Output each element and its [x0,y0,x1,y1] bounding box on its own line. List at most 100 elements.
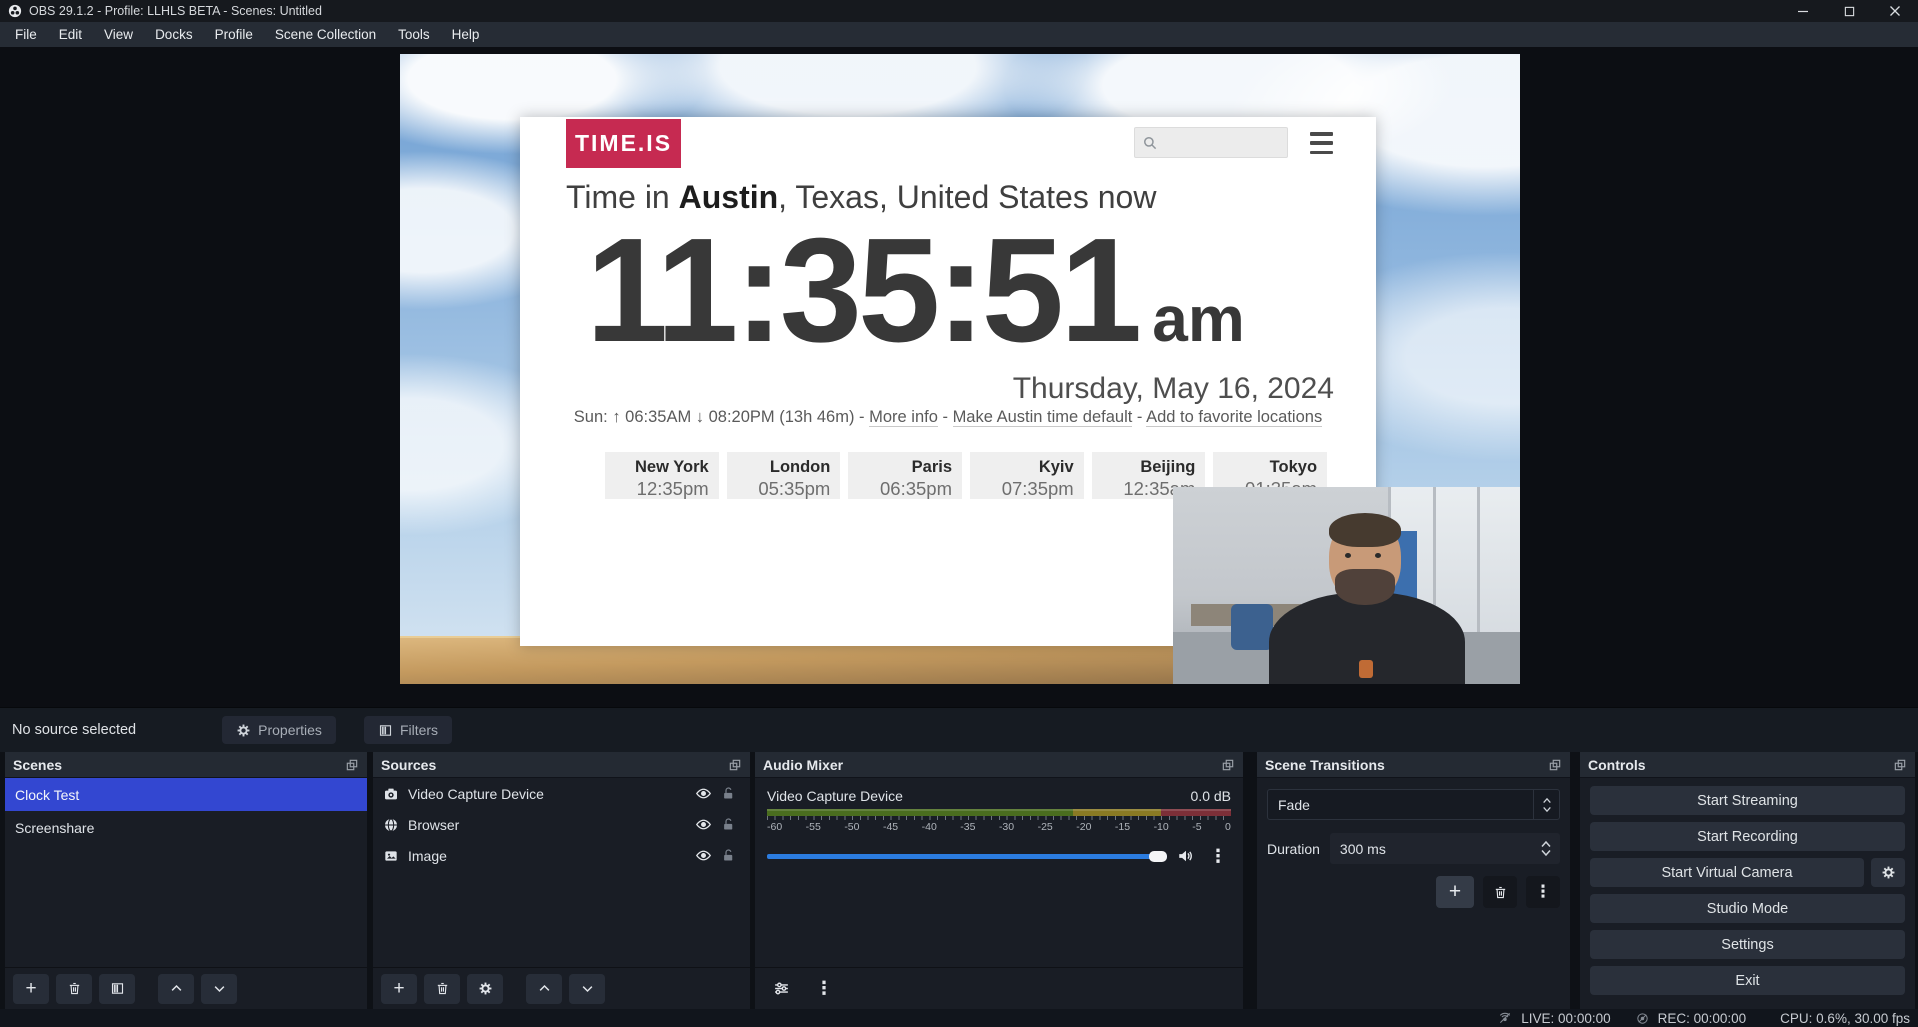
studio-mode-button[interactable]: Studio Mode [1590,894,1905,923]
speaker-icon[interactable] [1177,847,1195,865]
source-item-browser[interactable]: Browser [373,809,750,840]
spin-up-icon[interactable] [1540,840,1552,848]
search-icon [1141,134,1159,152]
visibility-eye-icon[interactable] [695,816,712,833]
scene-transitions-header[interactable]: Scene Transitions [1257,752,1570,778]
timeis-sun-line: Sun: ↑ 06:35AM ↓ 08:20PM (13h 46m) - Mor… [520,408,1376,427]
filters-icon [378,723,393,738]
close-button[interactable] [1872,0,1918,22]
camera-icon [383,786,399,802]
menu-bar: File Edit View Docks Profile Scene Colle… [0,22,1918,47]
menu-tools[interactable]: Tools [387,22,441,47]
lock-icon[interactable] [721,817,736,832]
city-box: London05:35pm [727,452,841,499]
scenes-panel-header[interactable]: Scenes [5,752,367,778]
duration-label: Duration [1267,841,1320,857]
menu-file[interactable]: File [4,22,48,47]
cpu-fps-stats: CPU: 0.6%, 30.00 fps [1780,1011,1910,1026]
webcam-video-source[interactable] [1173,487,1520,684]
timeis-search-box [1134,127,1288,158]
live-time: LIVE: 00:00:00 [1521,1011,1610,1026]
virtual-camera-settings-button[interactable] [1871,858,1905,887]
spin-down-icon[interactable] [1540,849,1552,857]
scene-transitions-panel: Scene Transitions Fade Duration 300 ms [1257,752,1570,1009]
city-box: Paris06:35pm [848,452,962,499]
combo-arrows-icon [1533,790,1559,819]
move-scene-down-button[interactable] [201,974,237,1004]
meter-ticks [767,816,1231,820]
properties-button[interactable]: Properties [222,716,336,744]
remove-scene-button[interactable] [56,974,92,1004]
gear-icon [236,723,251,738]
add-scene-button[interactable]: + [13,974,49,1004]
visibility-eye-icon[interactable] [695,785,712,802]
audio-mixer-header[interactable]: Audio Mixer [755,752,1243,778]
favorite-link: Add to favorite locations [1146,408,1322,427]
move-scene-up-button[interactable] [158,974,194,1004]
rec-time: REC: 00:00:00 [1658,1011,1747,1026]
exit-button[interactable]: Exit [1590,966,1905,995]
controls-panel: Controls Start Streaming Start Recording… [1580,752,1915,1009]
dock-area: Scenes Clock Test Screenshare + [0,752,1918,1009]
transition-properties-button[interactable]: ⋮ [1526,876,1560,908]
transition-select[interactable]: Fade [1267,789,1560,820]
scene-item-clock-test[interactable]: Clock Test [5,778,367,811]
menu-profile[interactable]: Profile [204,22,264,47]
mixer-toolbar: ⋮ [755,967,1243,1009]
start-streaming-button[interactable]: Start Streaming [1590,786,1905,815]
move-source-up-button[interactable] [526,974,562,1004]
popout-icon[interactable] [345,758,359,772]
scene-item-screenshare[interactable]: Screenshare [5,811,367,844]
program-canvas[interactable]: TIME.IS Time in Austin, Texas, United St… [400,54,1520,684]
sources-toolbar: + [373,967,750,1009]
settings-button[interactable]: Settings [1590,930,1905,959]
mixer-channel-name: Video Capture Device [767,788,903,804]
sources-panel-header[interactable]: Sources [373,752,750,778]
start-virtual-camera-button[interactable]: Start Virtual Camera [1590,858,1864,887]
source-properties-button[interactable] [467,974,503,1004]
popout-icon[interactable] [1548,758,1562,772]
filters-button[interactable]: Filters [364,716,452,744]
add-transition-button[interactable]: + [1436,876,1474,908]
remove-source-button[interactable] [424,974,460,1004]
controls-header[interactable]: Controls [1580,752,1915,778]
window-title: OBS 29.1.2 - Profile: LLHLS BETA - Scene… [29,4,322,18]
start-recording-button[interactable]: Start Recording [1590,822,1905,851]
minimize-button[interactable] [1780,0,1826,22]
globe-icon [383,817,399,833]
more-info-link: More info [869,408,938,427]
add-source-button[interactable]: + [381,974,417,1004]
lock-icon[interactable] [721,848,736,863]
menu-edit[interactable]: Edit [48,22,93,47]
mixer-level-db: 0.0 dB [1191,788,1231,804]
volume-slider[interactable] [767,854,1167,859]
mixer-channel-menu-button[interactable]: ⋮ [1205,842,1231,870]
scene-filters-button[interactable] [99,974,135,1004]
volume-slider-handle[interactable] [1149,851,1167,862]
popout-icon[interactable] [728,758,742,772]
mixer-menu-button[interactable]: ⋮ [806,974,842,1004]
obs-logo-icon [8,4,22,18]
menu-help[interactable]: Help [441,22,491,47]
popout-icon[interactable] [1893,758,1907,772]
image-icon [383,848,399,864]
menu-docks[interactable]: Docks [144,22,204,47]
menu-scene-collection[interactable]: Scene Collection [264,22,387,47]
source-item-image[interactable]: Image [373,840,750,871]
timeis-date: Thursday, May 16, 2024 [1013,372,1334,406]
move-source-down-button[interactable] [569,974,605,1004]
popout-icon[interactable] [1221,758,1235,772]
lock-icon[interactable] [721,786,736,801]
advanced-audio-sliders-icon[interactable] [763,974,799,1004]
visibility-eye-icon[interactable] [695,847,712,864]
duration-spinbox[interactable]: 300 ms [1330,833,1560,864]
clock-time: 11:35:51 [586,217,1138,365]
record-disc-icon [1635,1011,1650,1026]
maximize-button[interactable] [1826,0,1872,22]
audio-mixer-panel: Audio Mixer Video Capture Device 0.0 dB … [755,752,1243,1009]
source-item-video-capture[interactable]: Video Capture Device [373,778,750,809]
menu-view[interactable]: View [93,22,144,47]
status-bar: LIVE: 00:00:00 REC: 00:00:00 CPU: 0.6%, … [0,1009,1918,1027]
remove-transition-button[interactable] [1483,876,1517,908]
hamburger-menu-icon [1310,132,1333,154]
